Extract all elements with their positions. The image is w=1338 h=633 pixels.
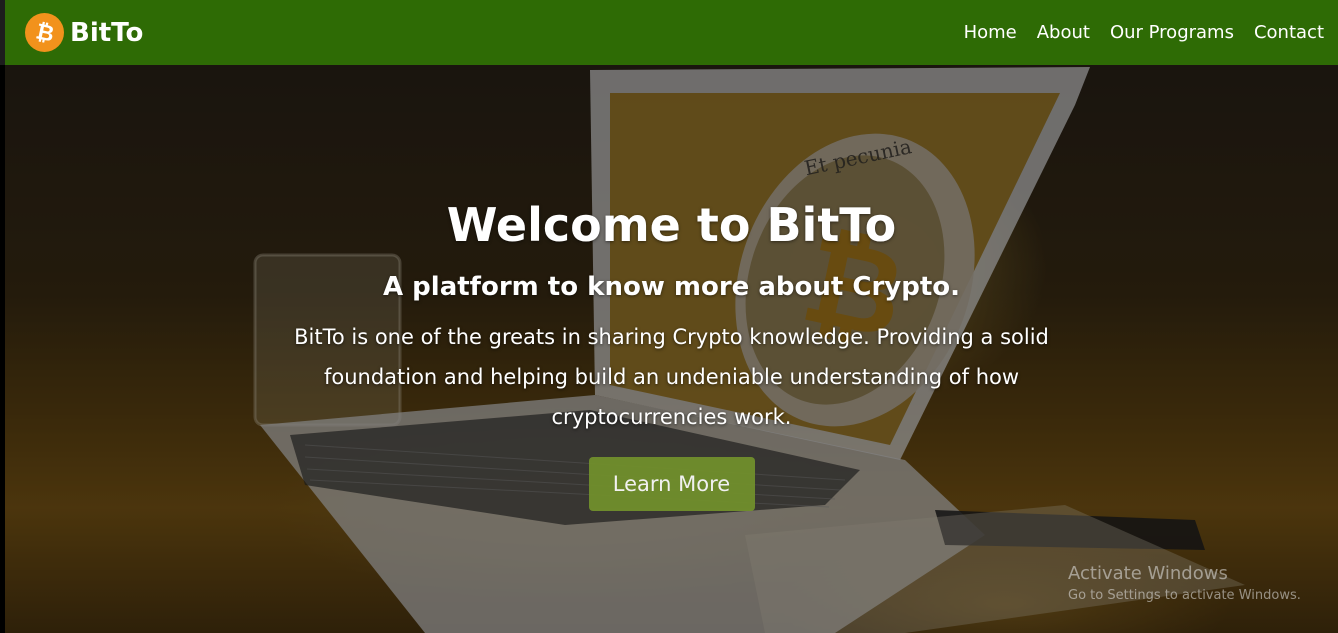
hero-title: Welcome to BitTo (446, 198, 897, 252)
hero-subtitle: A platform to know more about Crypto. (383, 272, 960, 302)
brand-link[interactable]: ₿ BitTo (25, 13, 143, 52)
nav-link-about[interactable]: About (1037, 22, 1090, 43)
top-navbar: ₿ BitTo Home About Our Programs Contact (0, 0, 1338, 65)
learn-more-button[interactable]: Learn More (588, 457, 755, 511)
nav-link-our-programs[interactable]: Our Programs (1110, 22, 1234, 43)
watermark-subtitle: Go to Settings to activate Windows. (1068, 588, 1301, 603)
nav-link-home[interactable]: Home (964, 22, 1017, 43)
hero-section: ₿ Et pecunia Welcome to BitTo A platform… (5, 65, 1338, 633)
watermark-title: Activate Windows (1068, 563, 1228, 584)
activate-windows-watermark: Activate Windows Go to Settings to activ… (1068, 563, 1301, 605)
hero-content: Welcome to BitTo A platform to know more… (5, 65, 1338, 633)
bitcoin-icon: ₿ (25, 13, 64, 52)
hero-description: BitTo is one of the greats in sharing Cr… (294, 325, 1049, 429)
nav-link-contact[interactable]: Contact (1254, 22, 1324, 43)
brand-name: BitTo (70, 17, 144, 48)
nav-links: Home About Our Programs Contact (964, 22, 1324, 43)
